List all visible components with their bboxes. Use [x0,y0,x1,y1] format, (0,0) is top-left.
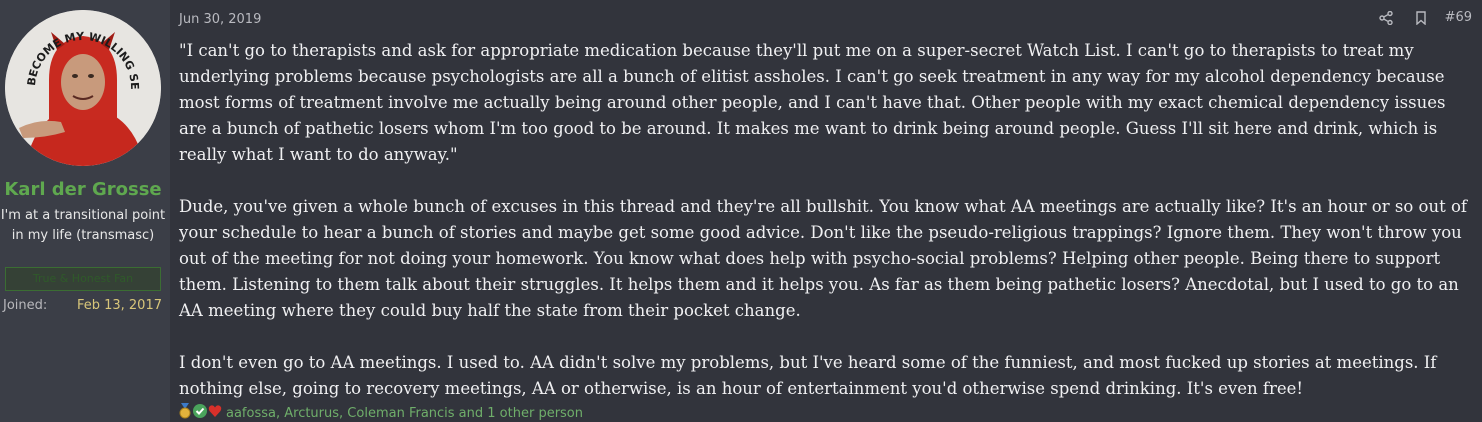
post-paragraph: I don't even go to AA meetings. I used t… [179,353,1437,398]
post-body: "I can't go to therapists and ask for ap… [179,38,1472,402]
post-number[interactable]: #69 [1445,10,1472,25]
bookmark-icon[interactable] [1415,10,1427,25]
reactions-bar[interactable]: aafossa, Arcturus, Coleman Francis and 1… [178,403,583,422]
heart-icon [208,403,222,422]
post-paragraph: Dude, you've given a whole bunch of excu… [179,197,1467,320]
forum-post: BECOME MY WILLING SERVANT! Karl der Gros… [0,0,1482,422]
post-main: Jun 30, 2019 #69 "I can't go to therapis… [170,0,1482,422]
post-actions: #69 [1378,10,1472,25]
devil-costume-avatar: BECOME MY WILLING SERVANT! [5,10,161,166]
check-icon [192,403,208,422]
username[interactable]: Karl der Grosse [0,179,166,200]
post-date[interactable]: Jun 30, 2019 [179,12,261,27]
user-banner: True & Honest Fan [5,267,161,291]
user-avatar[interactable]: BECOME MY WILLING SERVANT! [5,10,161,166]
user-title: I'm at a transitional point in my life (… [0,208,166,243]
user-info-panel: BECOME MY WILLING SERVANT! Karl der Gros… [0,0,170,422]
reaction-icons [178,403,222,422]
medal-icon [178,403,192,422]
joined-date: Feb 13, 2017 [76,298,162,313]
share-icon[interactable] [1378,10,1393,25]
joined-label: Joined: [3,298,48,313]
reactions-text[interactable]: aafossa, Arcturus, Coleman Francis and 1… [226,406,583,421]
post-paragraph: "I can't go to therapists and ask for ap… [179,41,1446,164]
